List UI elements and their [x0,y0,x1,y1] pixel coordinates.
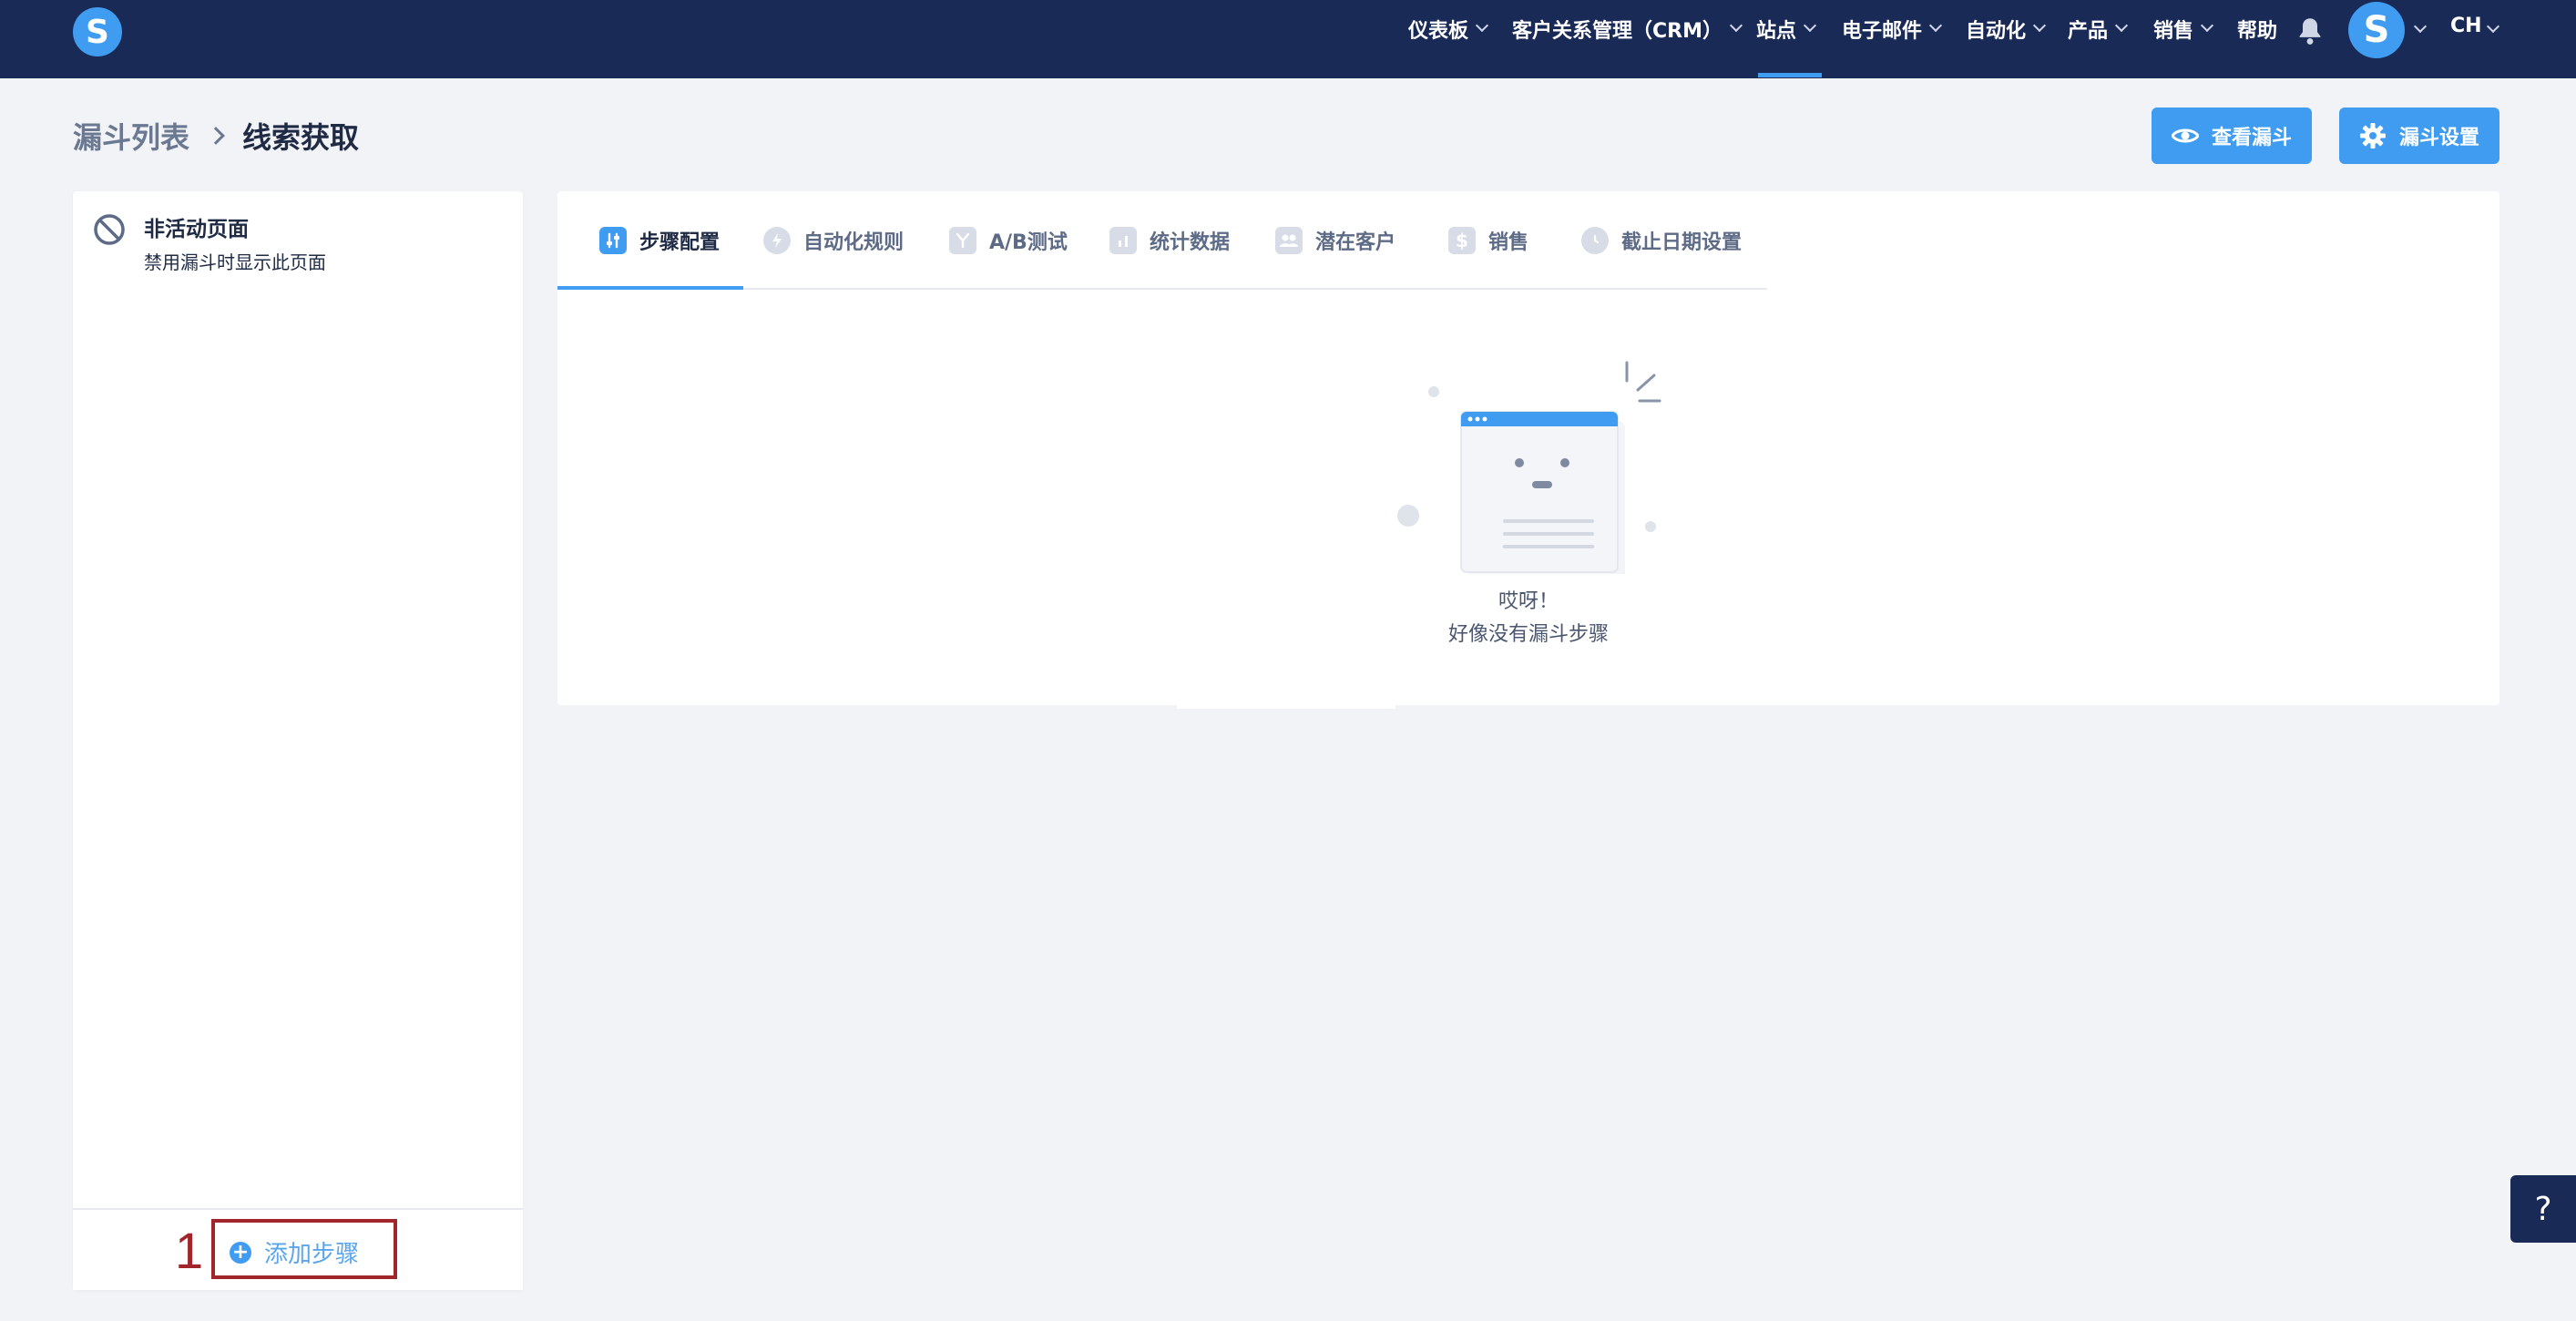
button-label: 漏斗设置 [2398,127,2479,149]
chevron-down-icon [1928,18,1943,33]
chevron-down-icon[interactable] [2486,19,2500,34]
empty-state-message: 好像没有漏斗步骤 [1447,623,1609,646]
breadcrumb-parent-link[interactable]: 漏斗列表 [73,115,189,157]
add-step-label: 添加步骤 [264,1241,360,1268]
nav-label: 电子邮件 [1842,20,1923,43]
chevron-right-icon [207,127,225,145]
top-navbar: S 仪表板 客户关系管理（CRM） 站点 电子邮件 自动化 产品 销售 帮助 S… [0,0,2576,78]
funnel-steps-sidebar: 非活动页面 禁用漏斗时显示此页面 1 + 添加步骤 [73,191,523,1290]
tab-step-config[interactable]: 步骤配置 [599,191,720,290]
nav-label: 产品 [2068,20,2109,43]
chevron-down-icon[interactable] [2413,19,2428,34]
nav-dashboard[interactable]: 仪表板 [1408,0,1489,78]
app-logo[interactable]: S [73,7,122,56]
sliders-icon [599,227,627,254]
funnel-settings-button[interactable]: 漏斗设置 [2339,108,2499,164]
tab-ab-testing[interactable]: A/B测试 [949,191,1068,290]
bar-chart-icon [1109,227,1137,254]
nav-crm[interactable]: 客户关系管理（CRM） [1512,0,1743,78]
tab-label: 销售 [1488,231,1529,254]
funnel-content-panel: 步骤配置 自动化规则 A/B测试 统计数据 潜在客户 $ 销售 截止日期设置 哎… [557,191,2499,709]
breadcrumb: 漏斗列表 线索获取 [73,115,359,157]
user-avatar[interactable]: S [2348,2,2405,58]
sidebar-footer: 1 + 添加步骤 [73,1208,523,1290]
nav-label: 帮助 [2237,20,2278,43]
chevron-down-icon [2032,18,2047,33]
chevron-down-icon [2114,18,2129,33]
tab-label: 统计数据 [1150,231,1231,254]
tab-sales[interactable]: $ 销售 [1448,191,1528,290]
nav-email[interactable]: 电子邮件 [1842,0,1943,78]
nav-label: 仪表板 [1408,20,1469,43]
nav-label: 自动化 [1966,20,2027,43]
active-tab-indicator [557,286,743,290]
tab-label: A/B测试 [989,231,1068,254]
empty-state-title: 哎呀！ [1498,590,1559,613]
dollar-icon: $ [1448,227,1476,254]
empty-state-illustration [1397,361,1661,574]
split-icon [949,227,976,254]
clock-icon [1581,227,1609,254]
button-label: 查看漏斗 [2211,127,2292,149]
inactive-page-item[interactable]: 非活动页面 禁用漏斗时显示此页面 [93,211,326,274]
nav-label: 客户关系管理（CRM） [1512,20,1722,43]
chevron-down-icon [1803,18,1817,33]
language-selector[interactable]: CH [2450,15,2482,37]
tab-statistics[interactable]: 统计数据 [1109,191,1230,290]
bell-icon[interactable] [2297,16,2323,46]
chevron-down-icon [2200,18,2214,33]
chevron-down-icon [1729,18,1743,33]
ban-icon [94,214,125,245]
page-title: 线索获取 [242,120,360,155]
tab-automation-rules[interactable]: 自动化规则 [763,191,904,290]
plus-circle-icon: + [230,1241,251,1264]
tab-leads[interactable]: 潜在客户 [1275,191,1395,290]
bolt-icon [763,227,791,254]
annotation-step-number: 1 [175,1222,204,1279]
tab-label: 截止日期设置 [1621,231,1743,254]
view-funnel-button[interactable]: 查看漏斗 [2152,108,2312,164]
nav-label: 销售 [2153,20,2194,43]
nav-sales[interactable]: 销售 [2153,0,2214,78]
nav-help[interactable]: 帮助 [2237,0,2277,78]
tab-label: 自动化规则 [803,231,905,254]
tab-deadline-settings[interactable]: 截止日期设置 [1581,191,1742,290]
inactive-page-subtitle: 禁用漏斗时显示此页面 [144,251,326,273]
chevron-down-icon [1475,18,1489,33]
nav-automation[interactable]: 自动化 [1966,0,2047,78]
nav-active-indicator [1758,73,1822,77]
help-button[interactable]: ? [2510,1175,2576,1243]
eye-icon [2171,128,2199,143]
panel-edge [1177,703,1395,709]
nav-label: 站点 [1756,20,1797,43]
question-icon: ? [2534,1190,2552,1228]
gear-icon [2359,123,2386,148]
nav-products[interactable]: 产品 [2068,0,2129,78]
tab-label: 步骤配置 [639,231,721,254]
nav-sites[interactable]: 站点 [1756,0,1817,78]
users-icon [1275,227,1303,254]
add-step-button[interactable]: + 添加步骤 [230,1235,359,1269]
tab-label: 潜在客户 [1315,231,1396,254]
funnel-tabs: 步骤配置 自动化规则 A/B测试 统计数据 潜在客户 $ 销售 截止日期设置 [557,191,1767,290]
inactive-page-title: 非活动页面 [144,218,249,241]
